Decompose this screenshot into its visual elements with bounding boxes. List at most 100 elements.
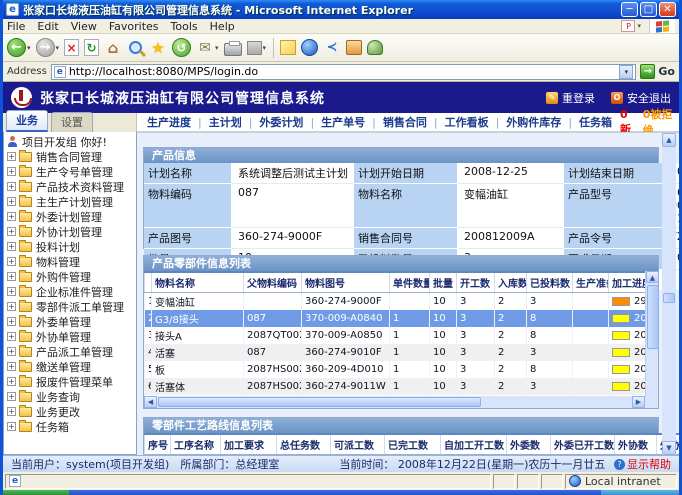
route-row-0[interactable]: 1总装按图组装10205300 [145,455,680,456]
expand-plus-icon[interactable]: + [7,362,16,371]
main-scroll-down-icon[interactable]: ▼ [662,441,676,455]
dropdown-caret-icon[interactable]: ▾ [215,44,219,52]
messenger-button[interactable] [301,39,318,56]
tree-item-1[interactable]: +生产令号单管理 [6,164,136,179]
tree-item-0[interactable]: +销售合同管理 [6,149,136,164]
discuss-button[interactable] [280,40,296,55]
parts-hscroll-thumb[interactable] [158,397,481,407]
nav-item-7[interactable]: 任务箱 [579,114,612,130]
mail-button[interactable]: ✉▾ [196,39,219,57]
parts-vertical-scrollbar[interactable]: ▲ [645,271,658,396]
research-button[interactable] [346,40,362,55]
parts-row-2[interactable]: 3接头A2087QT002370-009-A085011032820 % [145,327,646,344]
minimize-button[interactable]: ─ [621,2,638,17]
expand-plus-icon[interactable]: + [7,212,16,221]
history-button[interactable]: ↺ [172,38,191,57]
main-scroll-thumb[interactable] [663,293,675,303]
scroll-right-icon[interactable]: ▶ [632,396,645,408]
stop-button[interactable]: × [64,39,79,56]
start-button-sliver[interactable] [3,490,69,495]
expand-plus-icon[interactable]: + [7,407,16,416]
expand-plus-icon[interactable]: + [7,347,16,356]
tree-item-11[interactable]: +外委单管理 [6,314,136,329]
col-外委数[interactable]: 外委数 [507,434,551,455]
menu-edit[interactable]: Edit [37,20,58,33]
go-button[interactable]: → Go [640,64,675,79]
col-生产准备[interactable]: 生产准备 [573,272,609,293]
tree-item-17[interactable]: +业务更改 [6,404,136,419]
tree-item-15[interactable]: +报废件管理菜单 [6,374,136,389]
search-button[interactable] [127,39,144,56]
nav-item-1[interactable]: 主计划 [209,114,242,130]
col-已完工数[interactable]: 已完工数 [385,434,441,455]
people-button[interactable] [367,40,383,55]
pdf-dropdown-caret[interactable]: ▾ [637,22,641,30]
nav-item-0[interactable]: 生产进度 [147,114,191,130]
col-父物料编码[interactable]: 父物料编码 [244,272,302,293]
menu-favorites[interactable]: Favorites [109,20,159,33]
forward-button[interactable]: →▾ [36,38,60,57]
tree-item-6[interactable]: +投料计划 [6,239,136,254]
parts-row-3[interactable]: 4活塞087360-274-9010F11032320 % [145,344,646,361]
col-加工要求[interactable]: 加工要求 [221,434,277,455]
expand-plus-icon[interactable]: + [7,302,16,311]
col-入库数[interactable]: 入库数 [495,272,527,293]
menu-help[interactable]: Help [210,20,235,33]
expand-plus-icon[interactable]: + [7,227,16,236]
tree-item-12[interactable]: +外协单管理 [6,329,136,344]
url-text[interactable]: http://localhost:8080/MPS/login.do [69,65,620,78]
parts-scroll-thumb[interactable] [647,285,659,349]
maximize-button[interactable]: □ [640,2,657,17]
tree-item-7[interactable]: +物料管理 [6,254,136,269]
col-物料名称[interactable]: 物料名称 [152,272,244,293]
address-dropdown-caret[interactable]: ▾ [619,65,633,79]
expand-plus-icon[interactable]: + [7,392,16,401]
nav-item-4[interactable]: 销售合同 [383,114,427,130]
expand-plus-icon[interactable]: + [7,167,16,176]
tree-item-2[interactable]: +产品技术资料管理 [6,179,136,194]
expand-plus-icon[interactable]: + [7,422,16,431]
show-help-link[interactable]: ? 显示帮助 [614,456,671,472]
col-物料图号[interactable]: 物料图号 [302,272,390,293]
expand-plus-icon[interactable]: + [7,272,16,281]
tree-item-5[interactable]: +外协计划管理 [6,224,136,239]
col-开工数[interactable]: 开工数 [457,272,495,293]
expand-plus-icon[interactable]: + [7,152,16,161]
expand-plus-icon[interactable]: + [7,242,16,251]
col-总任务数[interactable]: 总任务数 [277,434,331,455]
nav-item-5[interactable]: 工作看板 [445,114,489,130]
menu-file[interactable]: File [7,20,25,33]
expand-plus-icon[interactable]: + [7,317,16,326]
expand-plus-icon[interactable]: + [7,377,16,386]
edit-button[interactable]: ▾ [247,41,267,55]
relogin-link[interactable]: ✎ 重登录 [546,90,595,106]
logout-link[interactable]: O 安全退出 [611,90,671,106]
sidebar-tab-业务[interactable]: 业务 [6,110,48,132]
dropdown-caret-icon[interactable]: ▾ [56,44,60,52]
home-button[interactable]: ⌂ [104,39,122,57]
col-批量[interactable]: 批量 [430,272,457,293]
sidebar-tab-设置[interactable]: 设置 [51,112,93,132]
tree-item-16[interactable]: +业务查询 [6,389,136,404]
tree-item-9[interactable]: +企业标准件管理 [6,284,136,299]
col-自加工开工数[interactable]: 自加工开工数 [441,434,507,455]
expand-plus-icon[interactable]: + [7,287,16,296]
scroll-up-icon[interactable]: ▲ [646,271,659,283]
parts-horizontal-scrollbar[interactable]: ◀ ▶ [144,396,645,408]
nav-item-2[interactable]: 外委计划 [259,114,303,130]
refresh-button[interactable]: ↻ [84,39,99,56]
dropdown-caret-icon[interactable]: ▾ [27,44,31,52]
parts-row-0[interactable]: 1变幅油缸360-274-9000F1032329 % [145,293,646,311]
scroll-left-icon[interactable]: ◀ [144,396,157,408]
main-scroll-up-icon[interactable]: ▲ [662,133,676,147]
tree-item-10[interactable]: +零部件派工单管理 [6,299,136,314]
parts-row-4[interactable]: 5板2087HS002360-209-4D01011032820 % [145,361,646,378]
back-button[interactable]: ←▾ [7,38,31,57]
pdf-toolbar-icon[interactable]: P [621,20,635,32]
expand-plus-icon[interactable]: + [7,332,16,341]
tree-item-3[interactable]: +主生产计划管理 [6,194,136,209]
col-可派工数[interactable]: 可派工数 [331,434,385,455]
menu-view[interactable]: View [71,20,97,33]
tree-item-8[interactable]: +外购件管理 [6,269,136,284]
tree-item-14[interactable]: +缴送单管理 [6,359,136,374]
